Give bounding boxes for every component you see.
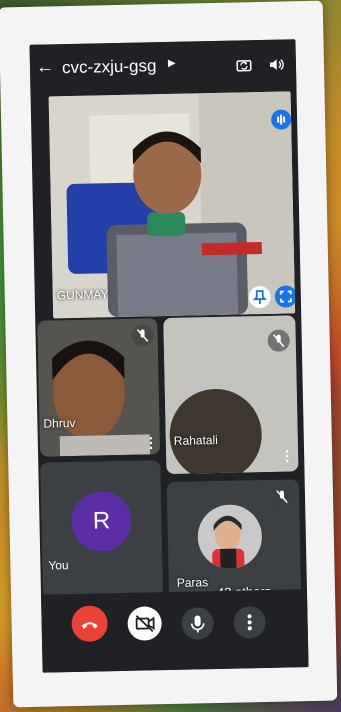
avatar-letter: R [92,507,111,535]
participant-name: Dhruv [43,415,76,431]
top-bar: ← cvc-zxju-gsg ▶ [29,39,297,97]
participant-name: GUNMAY [56,287,109,303]
caret-right-icon[interactable]: ▶ [168,58,176,69]
participant-name: Rahatali [173,432,218,448]
mic-icon [190,615,205,633]
mic-off-icon [267,329,290,352]
phone-frame: ← cvc-zxju-gsg ▶ GUNMAY Dhruv ⋮ Rahatali… [0,0,338,708]
switch-camera-icon[interactable] [235,56,253,74]
participant-tile[interactable]: Dhruv ⋮ [37,318,161,457]
meeting-code[interactable]: cvc-zxju-gsg [62,56,157,78]
speaker-icon[interactable] [267,55,285,73]
more-options-button[interactable] [233,606,266,639]
main-video-tile[interactable]: GUNMAY [48,91,296,319]
end-call-button[interactable] [71,605,109,643]
self-tile[interactable]: R You [40,460,164,599]
fullscreen-icon[interactable] [274,285,296,308]
avatar: R [70,490,133,553]
participant-name: Paras [176,575,209,590]
more-vert-icon [247,614,252,631]
mic-off-icon [270,485,294,508]
camera-toggle-button[interactable] [127,606,162,641]
speaking-indicator-icon [270,109,292,130]
participant-tile[interactable]: Rahatali ⋮ [163,315,299,475]
participant-name: You [48,558,69,573]
more-options-icon[interactable]: ⋮ [280,447,294,464]
phone-hangup-icon [81,622,98,629]
main-video-feed [48,91,296,319]
mic-button[interactable] [181,607,214,640]
avatar [197,504,263,570]
call-controls [41,589,309,673]
back-arrow-icon[interactable]: ← [36,56,54,77]
meet-screen: ← cvc-zxju-gsg ▶ GUNMAY Dhruv ⋮ Rahatali… [29,39,309,673]
video-off-icon [135,615,155,633]
mic-off-icon [131,324,154,347]
pin-icon[interactable] [248,285,272,309]
more-options-icon[interactable]: ⋮ [144,434,158,451]
